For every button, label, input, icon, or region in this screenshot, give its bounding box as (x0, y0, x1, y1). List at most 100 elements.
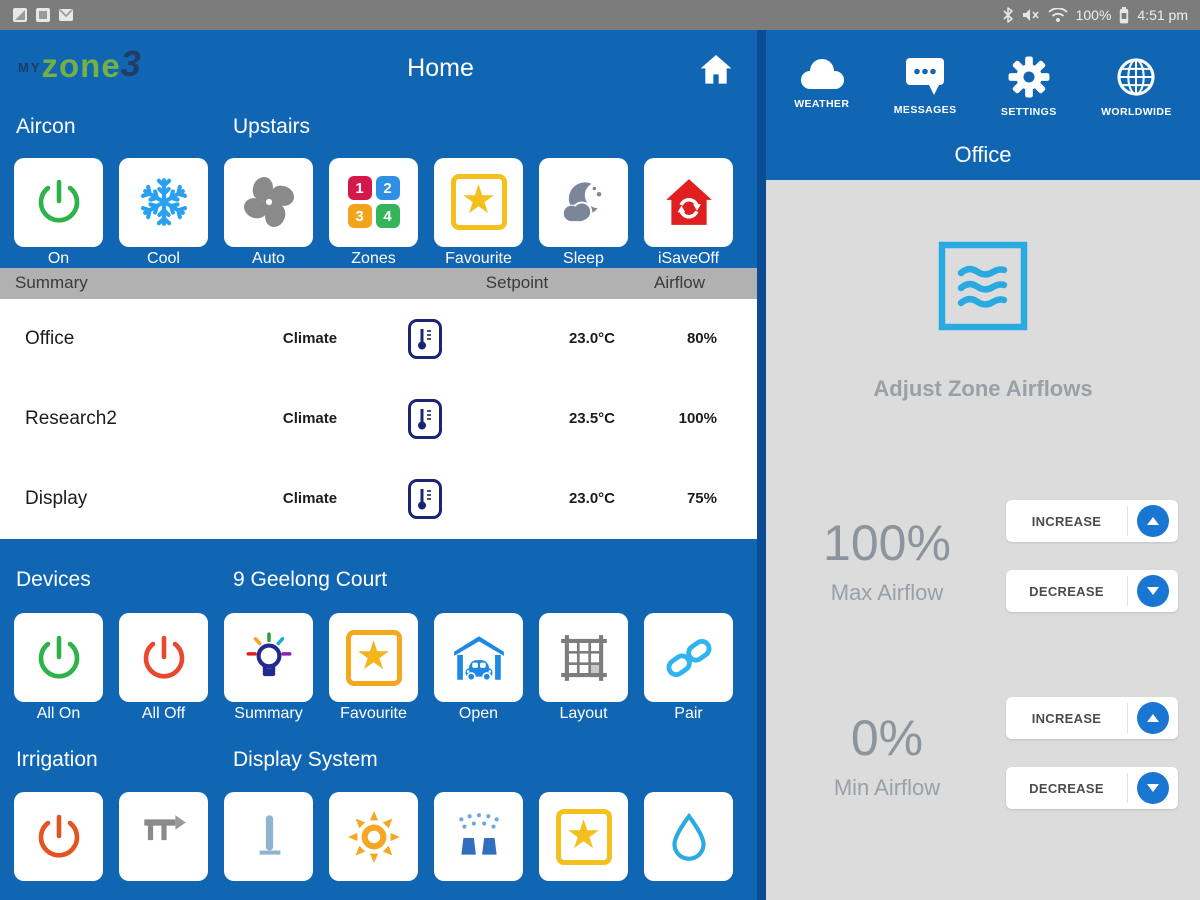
top-nav: WEATHER MESSAGES SETTINGS WORLDWIDE (766, 30, 1200, 135)
devices-buttons-row: All On All Off Summary ★ Favourite Open … (0, 613, 757, 723)
zone-airflow: 75% (686, 490, 717, 508)
summary-header-label: Summary (15, 273, 88, 293)
nav-weather-label: WEATHER (794, 98, 850, 110)
min-increase-label: INCREASE (1031, 710, 1102, 726)
arrow-down-icon (1137, 575, 1169, 607)
irrigation-water-button[interactable] (644, 792, 733, 900)
devices-favourite-button[interactable]: ★ Favourite (329, 613, 418, 723)
star-icon: ★ (450, 174, 507, 231)
battery-percent: 100% (1075, 7, 1112, 23)
notification-icons (12, 7, 74, 23)
panel-divider (757, 30, 766, 900)
chain-link-icon (666, 638, 711, 677)
devices-favourite-label: Favourite (340, 705, 407, 723)
aircon-section-header: Aircon Upstairs (0, 93, 757, 158)
devices-all-on-button[interactable]: All On (14, 613, 103, 723)
home-icon (700, 55, 732, 84)
fan-icon (240, 174, 297, 231)
sensor-icon (259, 814, 280, 855)
aircon-sleep-button[interactable]: Sleep (539, 157, 628, 268)
right-panel: WEATHER MESSAGES SETTINGS WORLDWIDE Offi… (766, 30, 1200, 900)
table-row-research2[interactable]: Research2 Climate 23.5°C 100% (0, 379, 757, 459)
aircon-section-subtitle: Upstairs (233, 115, 311, 139)
irrigation-sensor-button[interactable] (224, 792, 313, 900)
devices-layout-button[interactable]: Layout (539, 613, 628, 723)
garage-car-icon (453, 635, 504, 681)
home-nav-button[interactable] (698, 52, 734, 91)
aircon-auto-label: Auto (252, 249, 285, 267)
lightbulb-icon (245, 631, 292, 676)
thermometer-icon[interactable] (408, 318, 442, 359)
devices-open-button[interactable]: Open (434, 613, 523, 723)
devices-pair-label: Pair (674, 705, 703, 723)
zone-4-cell: 4 (375, 204, 400, 229)
devices-section-header: Devices 9 Geelong Court (0, 539, 757, 613)
aircon-auto-button[interactable]: Auto (224, 157, 313, 268)
zone-3-cell: 3 (347, 204, 372, 229)
irrigation-section-title: Irrigation (16, 748, 98, 772)
irrigation-buttons-row: ★ (0, 792, 757, 900)
moon-cloud-icon (562, 182, 601, 223)
aircon-on-button[interactable]: On (14, 157, 103, 268)
summary-table-header: Summary Setpoint Airflow (0, 267, 757, 299)
sun-icon (347, 810, 400, 863)
pipe-icon (143, 814, 186, 840)
table-row-display[interactable]: Display Climate 23.0°C 75% (0, 459, 757, 539)
devices-open-label: Open (458, 705, 499, 723)
aircon-isaveoff-button[interactable]: iSaveOff (644, 157, 733, 268)
irrigation-pipe-button[interactable] (119, 792, 208, 900)
wifi-icon (1047, 7, 1068, 22)
zone-mode: Climate (282, 410, 338, 428)
zone-2-cell: 2 (375, 176, 400, 201)
star-icon: ★ (345, 629, 402, 686)
max-decrease-label: DECREASE (1029, 583, 1104, 599)
max-increase-button[interactable]: INCREASE (1006, 500, 1178, 542)
nav-worldwide[interactable]: WORLDWIDE (1101, 30, 1172, 135)
aircon-cool-button[interactable]: Cool (119, 157, 208, 268)
irrigation-favourite-button[interactable]: ★ (539, 792, 628, 900)
irrigation-sprinkler-button[interactable] (434, 792, 523, 900)
battery-icon (1120, 6, 1129, 23)
logo-my: MY (18, 60, 42, 75)
zone-setpoint: 23.0°C (568, 490, 615, 508)
zone-mode: Climate (282, 330, 338, 348)
thermometer-icon[interactable] (408, 398, 442, 439)
devices-summary-label: Summary (234, 705, 303, 723)
nav-messages[interactable]: MESSAGES (894, 30, 957, 135)
power-icon (143, 635, 184, 679)
zones-grid-icon: 1 2 3 4 (347, 176, 400, 229)
aircon-favourite-label: Favourite (445, 249, 512, 267)
devices-all-on-label: All On (36, 705, 81, 723)
email-icon (59, 9, 73, 21)
devices-all-off-label: All Off (141, 705, 186, 723)
max-increase-label: INCREASE (1031, 513, 1102, 529)
nav-settings[interactable]: SETTINGS (1001, 30, 1057, 135)
irrigation-power-button[interactable] (14, 792, 103, 900)
clock: 4:51 pm (1137, 7, 1188, 23)
worldwide-globe-icon (1117, 58, 1155, 96)
star-icon: ★ (555, 808, 612, 865)
status-bar: 100% 4:51 pm (0, 0, 1200, 30)
devices-all-off-button[interactable]: All Off (119, 613, 208, 723)
aircon-zones-button[interactable]: 1 2 3 4 Zones (329, 157, 418, 268)
min-airflow-value: 0% (850, 710, 924, 766)
table-row-office[interactable]: Office Climate 23.0°C 80% (0, 299, 757, 379)
min-airflow-label: Min Airflow (833, 775, 941, 800)
devices-summary-button[interactable]: Summary (224, 613, 313, 723)
thermometer-icon[interactable] (408, 478, 442, 519)
zone-name: Research2 (25, 407, 117, 429)
irrigation-sun-button[interactable] (329, 792, 418, 900)
min-decrease-button[interactable]: DECREASE (1006, 767, 1178, 809)
messages-icon (906, 58, 945, 95)
zone-airflow-panel: Adjust Zone Airflows 100% Max Airflow IN… (766, 180, 1200, 900)
max-decrease-button[interactable]: DECREASE (1006, 570, 1178, 612)
irrigation-section-header: Irrigation Display System (0, 723, 757, 792)
setpoint-header-label: Setpoint (485, 273, 549, 293)
aircon-favourite-button[interactable]: ★ Favourite (434, 157, 523, 268)
power-icon (38, 635, 79, 679)
arrow-up-icon (1137, 505, 1169, 537)
zone-setpoint: 23.0°C (568, 330, 615, 348)
arrow-up-icon (1137, 702, 1169, 734)
min-increase-button[interactable]: INCREASE (1006, 697, 1178, 739)
devices-pair-button[interactable]: Pair (644, 613, 733, 723)
